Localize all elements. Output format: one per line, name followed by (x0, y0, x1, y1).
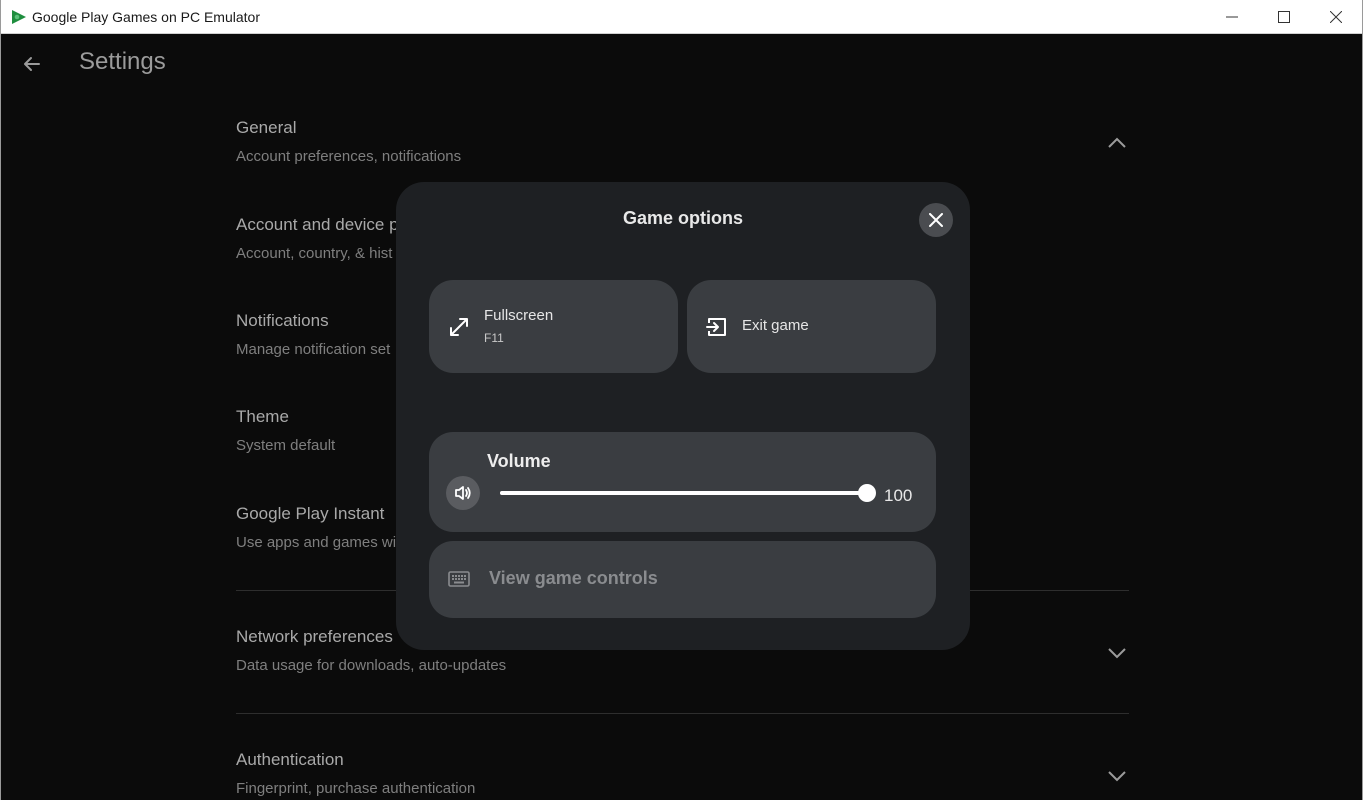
chevron-down-icon[interactable] (1107, 769, 1127, 783)
volume-label: Volume (487, 451, 551, 471)
chevron-up-icon[interactable] (1107, 136, 1127, 150)
emulator-window: Google Play Games on PC Emulator Setting… (0, 0, 1363, 800)
mute-button[interactable] (446, 476, 480, 510)
maximize-button[interactable] (1258, 0, 1310, 34)
close-icon (929, 213, 943, 227)
fullscreen-shortcut: F11 (484, 331, 504, 345)
fullscreen-label: Fullscreen (484, 307, 554, 324)
settings-page: Settings General Account preferences, no… (1, 34, 1362, 800)
window-title: Google Play Games on PC Emulator (32, 8, 260, 25)
view-game-controls-button[interactable]: View game controls (429, 541, 936, 618)
slider-fill (500, 491, 867, 495)
page-title: Settings (79, 48, 166, 75)
minimize-icon (1226, 16, 1238, 18)
back-button[interactable] (19, 51, 45, 77)
slider-thumb[interactable] (858, 484, 876, 502)
chevron-down-icon[interactable] (1107, 646, 1127, 660)
expand-diagonal-icon (450, 318, 468, 336)
setting-title: General (236, 118, 297, 137)
title-bar: Google Play Games on PC Emulator (1, 0, 1362, 34)
volume-card: Volume 100 (429, 432, 936, 532)
volume-slider[interactable] (500, 484, 876, 502)
settings-header: Settings (1, 34, 1362, 94)
setting-subtitle: Account preferences, notifications (236, 148, 462, 165)
play-games-logo-icon (12, 9, 26, 24)
keyboard-icon (448, 571, 470, 587)
exit-icon (706, 318, 726, 336)
close-dialog-button[interactable] (919, 203, 953, 237)
dialog-title: Game options (622, 208, 743, 228)
minimize-button[interactable] (1206, 0, 1258, 34)
maximize-icon (1278, 11, 1290, 23)
setting-general[interactable]: General Account preferences, notificatio… (236, 118, 1129, 165)
close-window-button[interactable] (1310, 0, 1362, 34)
setting-subtitle: Fingerprint, purchase authentication (236, 780, 476, 797)
volume-icon (455, 486, 471, 500)
fullscreen-button[interactable]: Fullscreen F11 (429, 280, 678, 373)
setting-subtitle: Data usage for downloads, auto-updates (236, 657, 507, 674)
divider (236, 713, 1129, 714)
volume-value: 100 (884, 486, 913, 505)
game-options-dialog: Game options Fullscreen F11 Exit game Vo… (396, 182, 970, 650)
close-window-icon (1330, 11, 1342, 23)
exit-game-button[interactable]: Exit game (687, 280, 936, 373)
exit-game-label: Exit game (742, 317, 809, 334)
window-controls (1206, 0, 1362, 34)
setting-authentication[interactable]: Authentication Fingerprint, purchase aut… (236, 750, 1129, 797)
view-game-controls-label: View game controls (489, 568, 658, 588)
setting-title: Authentication (236, 750, 344, 769)
